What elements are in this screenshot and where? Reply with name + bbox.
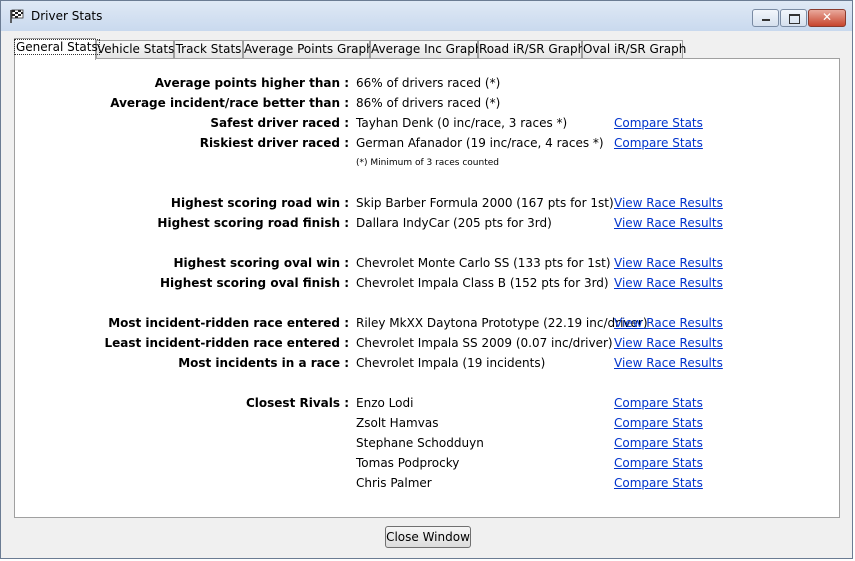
close-window-x-button[interactable] bbox=[808, 9, 846, 27]
tab-label: General Stats bbox=[14, 39, 100, 55]
tab-track-stats[interactable]: Track Stats bbox=[174, 40, 243, 59]
maximize-button[interactable] bbox=[780, 9, 807, 27]
stat-label-oval-win: Highest scoring oval win : bbox=[173, 256, 350, 270]
minimize-button[interactable] bbox=[752, 9, 779, 27]
close-window-button[interactable]: Close Window bbox=[385, 526, 471, 548]
tab-average-inc-graph[interactable]: Average Inc Graph bbox=[370, 40, 482, 59]
tab-average-points-graph[interactable]: Average Points Graph bbox=[243, 40, 374, 59]
driver-stats-window: Driver Stats General Stats Vehicle Stats… bbox=[0, 0, 853, 559]
stat-label-avg-incident: Average incident/race better than : bbox=[110, 96, 349, 110]
stat-value-oval-finish: Chevrolet Impala Class B (152 pts for 3r… bbox=[356, 276, 609, 290]
stat-value-most-incidents: Chevrolet Impala (19 incidents) bbox=[356, 356, 546, 370]
stat-value-most-incident-race: Riley MkXX Daytona Prototype (22.19 inc/… bbox=[356, 316, 648, 330]
rival-name: Chris Palmer bbox=[356, 476, 432, 490]
tab-general-stats[interactable]: General Stats bbox=[14, 38, 100, 60]
compare-stats-riskiest-link[interactable]: Compare Stats bbox=[614, 136, 703, 150]
stat-label-least-incident-race: Least incident-ridden race entered : bbox=[104, 336, 349, 350]
stat-label-oval-finish: Highest scoring oval finish : bbox=[160, 276, 349, 290]
stat-label-road-win: Highest scoring road win : bbox=[170, 196, 349, 210]
compare-stats-rival-link[interactable]: Compare Stats bbox=[614, 456, 703, 470]
view-race-results-oval-win-link[interactable]: View Race Results bbox=[614, 256, 723, 270]
stat-label-safest: Safest driver raced : bbox=[210, 116, 349, 130]
stat-label-most-incidents: Most incidents in a race : bbox=[178, 356, 349, 370]
compare-stats-rival-link[interactable]: Compare Stats bbox=[614, 476, 703, 490]
stat-value-avg-points: 66% of drivers raced (*) bbox=[356, 76, 501, 90]
stat-value-least-incident-race: Chevrolet Impala SS 2009 (0.07 inc/drive… bbox=[356, 336, 613, 350]
view-race-results-road-finish-link[interactable]: View Race Results bbox=[614, 216, 723, 230]
compare-stats-safest-link[interactable]: Compare Stats bbox=[614, 116, 703, 130]
stat-value-safest: Tayhan Denk (0 inc/race, 3 races *) bbox=[356, 116, 568, 130]
rival-name: Stephane Schodduyn bbox=[356, 436, 484, 450]
compare-stats-rival-link[interactable]: Compare Stats bbox=[614, 416, 703, 430]
title-bar: Driver Stats bbox=[1, 1, 852, 31]
view-race-results-most-incidents-link[interactable]: View Race Results bbox=[614, 356, 723, 370]
stat-label-most-incident-race: Most incident-ridden race entered : bbox=[108, 316, 349, 330]
stat-value-road-win: Skip Barber Formula 2000 (167 pts for 1s… bbox=[356, 196, 614, 210]
minimum-races-footnote: (*) Minimum of 3 races counted bbox=[356, 158, 499, 168]
window-title: Driver Stats bbox=[31, 9, 103, 23]
stat-value-riskiest: German Afanador (19 inc/race, 4 races *) bbox=[356, 136, 604, 150]
stat-label-avg-points: Average points higher than : bbox=[154, 76, 349, 90]
compare-stats-rival-link[interactable]: Compare Stats bbox=[614, 396, 703, 410]
compare-stats-rival-link[interactable]: Compare Stats bbox=[614, 436, 703, 450]
rival-name: Zsolt Hamvas bbox=[356, 416, 439, 430]
stat-value-road-finish: Dallara IndyCar (205 pts for 3rd) bbox=[356, 216, 552, 230]
rival-name: Tomas Podprocky bbox=[356, 456, 460, 470]
view-race-results-least-incident-race-link[interactable]: View Race Results bbox=[614, 336, 723, 350]
rival-name: Enzo Lodi bbox=[356, 396, 414, 410]
checkered-flag-icon bbox=[10, 9, 24, 23]
view-race-results-most-incident-race-link[interactable]: View Race Results bbox=[614, 316, 723, 330]
tab-vehicle-stats[interactable]: Vehicle Stats bbox=[96, 40, 174, 59]
stat-value-oval-win: Chevrolet Monte Carlo SS (133 pts for 1s… bbox=[356, 256, 611, 270]
stat-label-road-finish: Highest scoring road finish : bbox=[157, 216, 349, 230]
closest-rivals-label: Closest Rivals : bbox=[245, 396, 349, 410]
stat-value-avg-incident: 86% of drivers raced (*) bbox=[356, 96, 501, 110]
view-race-results-road-win-link[interactable]: View Race Results bbox=[614, 196, 723, 210]
stat-label-riskiest: Riskiest driver raced : bbox=[199, 136, 349, 150]
tab-oval-irsr-graph[interactable]: Oval iR/SR Graph bbox=[582, 40, 686, 59]
tab-road-irsr-graph[interactable]: Road iR/SR Graph bbox=[478, 40, 585, 59]
view-race-results-oval-finish-link[interactable]: View Race Results bbox=[614, 276, 723, 290]
general-stats-panel: Average points higher than : 66% of driv… bbox=[14, 58, 840, 518]
